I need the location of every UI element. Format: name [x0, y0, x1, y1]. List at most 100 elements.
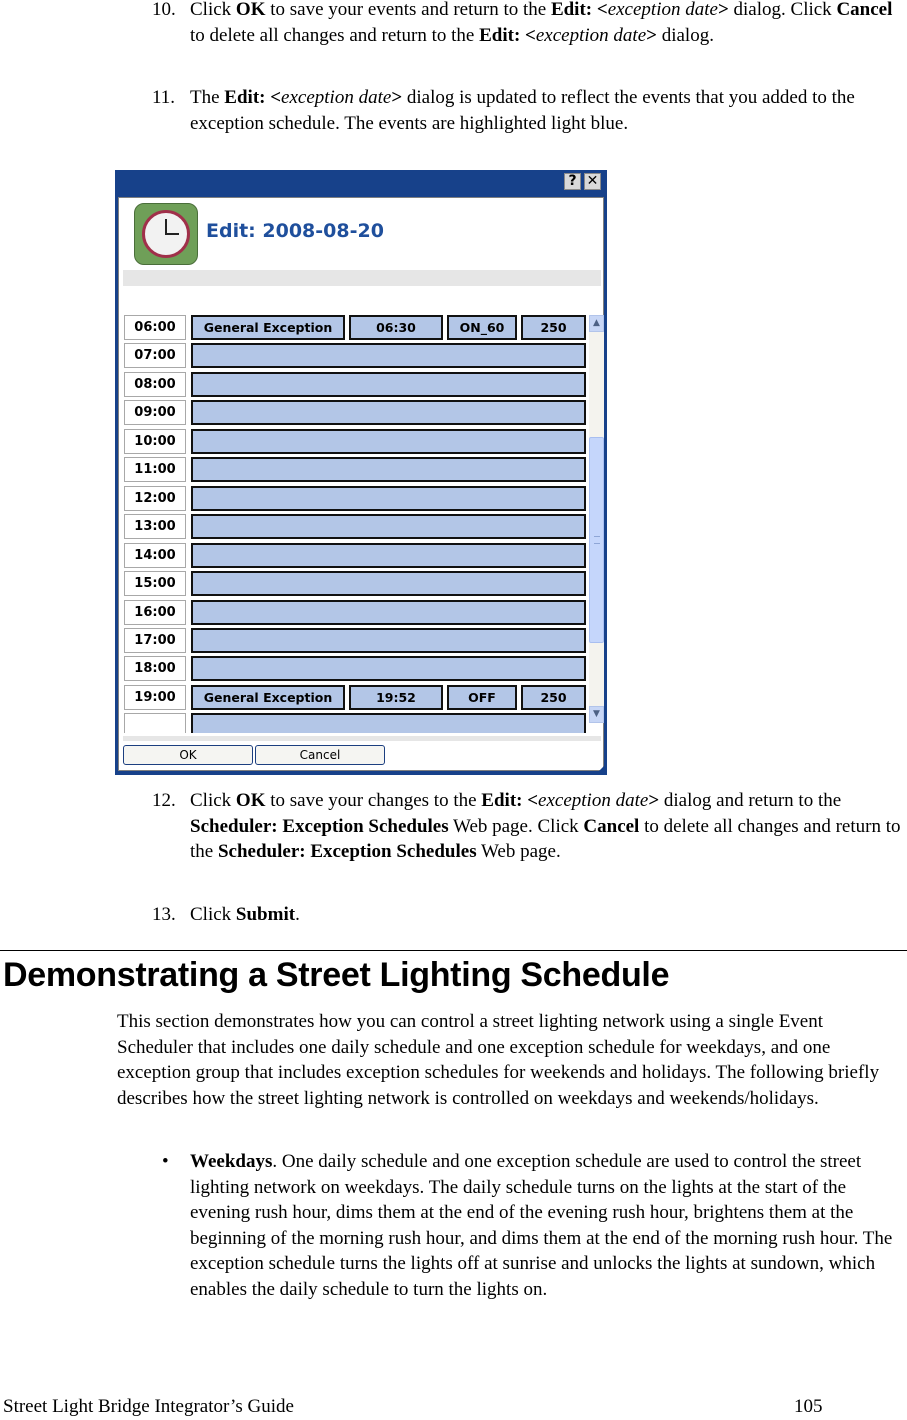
event-span-cell[interactable]	[191, 627, 586, 653]
close-icon[interactable]: ✕	[584, 173, 601, 190]
ui-term-cancel: Cancel	[836, 0, 893, 20]
event-span-cell[interactable]	[191, 457, 586, 483]
event-span-cell[interactable]	[191, 571, 586, 597]
step-10-text: Click OK to save your events and return …	[190, 0, 902, 48]
ui-term-edit-end: >	[391, 87, 403, 108]
event-span-cell[interactable]	[191, 656, 586, 682]
ui-term-submit: Submit	[235, 904, 296, 925]
step-number: 12.	[152, 790, 176, 811]
event-span-cell[interactable]	[191, 428, 586, 454]
event-span-cell[interactable]	[191, 343, 586, 369]
event-priority-cell[interactable]: 250	[521, 684, 586, 710]
text: The	[190, 87, 225, 108]
step-12-text: Click OK to save your changes to the Edi…	[190, 788, 902, 865]
schedule-row: 16:00	[124, 599, 586, 628]
ui-term-edit: Edit: <	[224, 87, 282, 108]
event-priority-cell[interactable]: 250	[521, 315, 586, 340]
text: dialog and return to the	[659, 790, 842, 811]
scroll-thumb[interactable]	[589, 437, 604, 643]
schedule-row: 15:00	[124, 571, 586, 599]
bullet-text: . One daily schedule and one exception s…	[190, 1151, 893, 1300]
event-time-cell[interactable]: 06:30	[349, 315, 443, 340]
event-name-cell[interactable]: General Exception	[191, 315, 345, 340]
section-heading: Demonstrating a Street Lighting Schedule	[3, 956, 670, 994]
resize-grip-icon[interactable]	[595, 763, 607, 775]
text: to save your events and return to the	[265, 0, 551, 20]
schedule-row: 19:00 General Exception 19:52 OFF 250	[124, 684, 586, 713]
time-slot-label: 19:00	[124, 684, 186, 710]
dialog-titlebar: ? ✕	[115, 170, 607, 196]
ui-term-edit-end: >	[648, 790, 660, 811]
event-time-cell[interactable]: 19:52	[349, 684, 443, 710]
time-slot-label: 16:00	[124, 599, 186, 625]
time-slot-label: 07:00	[124, 343, 186, 369]
schedule-row: 06:00 General Exception 06:30 ON_60 250	[124, 315, 586, 343]
grip-icon	[594, 536, 600, 544]
step-number: 10.	[152, 0, 176, 20]
text: dialog.	[656, 24, 714, 46]
ok-button[interactable]: OK	[123, 745, 253, 765]
schedule-row	[124, 713, 586, 733]
schedule-row: 18:00	[124, 656, 586, 684]
placeholder-term: exception date	[607, 0, 718, 20]
bullet-term: Weekdays	[190, 1151, 273, 1172]
placeholder-term: exception date	[538, 790, 649, 811]
clock-minute-hand	[165, 219, 167, 234]
clock-face	[142, 210, 190, 258]
schedule-row: 10:00	[124, 428, 586, 457]
ui-term-scheduler: Scheduler: Exception Schedules	[217, 841, 477, 862]
time-slot-label: 06:00	[124, 315, 186, 340]
ui-term-ok: OK	[235, 0, 266, 20]
ui-term-edit: Edit: <	[479, 24, 536, 46]
event-state-cell[interactable]: OFF	[447, 684, 517, 710]
ui-term-ok: OK	[235, 790, 266, 811]
placeholder-term: exception date	[535, 24, 647, 46]
ui-term-scheduler: Scheduler: Exception Schedules	[190, 815, 449, 837]
separator-bar	[123, 736, 601, 741]
schedule-row: 09:00	[124, 400, 586, 428]
text: Web page.	[476, 841, 561, 862]
schedule-row: 08:00	[124, 371, 586, 400]
ui-term-edit: Edit: <	[550, 0, 608, 20]
event-span-cell[interactable]	[191, 371, 586, 397]
event-span-cell[interactable]	[191, 542, 586, 568]
scroll-up-icon[interactable]: ▲	[589, 315, 604, 332]
schedule-row: 11:00	[124, 457, 586, 485]
bullet-weekdays: Weekdays. One daily schedule and one exc…	[190, 1149, 902, 1302]
time-slot-label: 11:00	[124, 457, 186, 483]
text: Click	[190, 0, 236, 20]
event-span-cell[interactable]	[191, 400, 586, 426]
page-number: 105	[794, 1396, 823, 1417]
event-span-cell[interactable]	[191, 485, 586, 511]
section-intro: This section demonstrates how you can co…	[117, 1011, 880, 1109]
vertical-scrollbar[interactable]: ▲ ▼	[589, 315, 604, 723]
event-name-cell[interactable]: General Exception	[191, 684, 345, 710]
schedule-row: 14:00	[124, 542, 586, 571]
event-span-cell[interactable]	[191, 599, 586, 625]
section-divider	[0, 950, 907, 951]
separator-bar	[123, 270, 601, 286]
edit-exception-dialog: ? ✕ Edit: 2008-08-20 06:00 General Except…	[115, 170, 607, 775]
time-slot-label: 14:00	[124, 542, 186, 568]
ui-term-edit: Edit: <	[481, 790, 539, 811]
step-13-text: Click Submit.	[190, 902, 902, 928]
placeholder-term: exception date	[281, 87, 392, 108]
footer-title: Street Light Bridge Integrator’s Guide	[3, 1396, 294, 1417]
clock-hour-hand	[165, 233, 179, 235]
event-state-cell[interactable]: ON_60	[447, 315, 517, 340]
text: to save your changes to the	[265, 790, 482, 811]
step-11-text: The Edit: <exception date> dialog is upd…	[190, 85, 870, 136]
time-slot-label: 13:00	[124, 514, 186, 540]
step-number: 13.	[152, 904, 176, 925]
event-span-cell[interactable]	[191, 514, 586, 540]
ui-term-edit-end: >	[717, 0, 729, 20]
text: Click	[190, 904, 236, 925]
time-slot-label: 08:00	[124, 371, 186, 397]
text: Web page. Click	[448, 815, 584, 837]
scroll-down-icon[interactable]: ▼	[589, 706, 604, 723]
text: dialog. Click	[728, 0, 837, 20]
event-span-cell[interactable]	[191, 713, 586, 733]
cancel-button[interactable]: Cancel	[255, 745, 385, 765]
help-icon[interactable]: ?	[564, 173, 581, 190]
bullet-icon: •	[162, 1151, 169, 1172]
